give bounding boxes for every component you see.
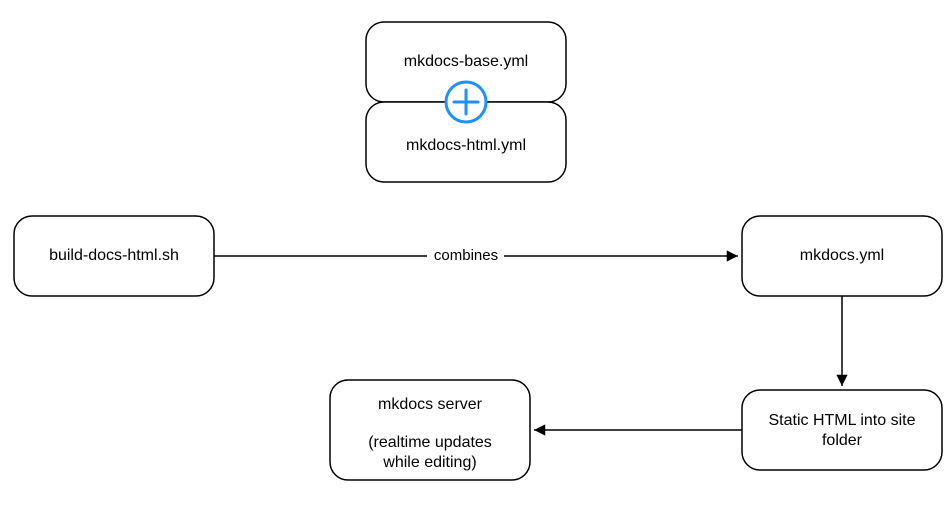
node-label: mkdocs-html.yml	[406, 137, 526, 154]
node-label-line2: folder	[822, 432, 863, 449]
edge-combines: combines	[214, 247, 738, 264]
node-mkdocs-server: mkdocs server (realtime updates while ed…	[330, 380, 530, 480]
node-build-script: build-docs-html.sh	[14, 216, 214, 296]
node-label: build-docs-html.sh	[49, 247, 179, 264]
node-mkdocs-yml: mkdocs.yml	[742, 216, 942, 296]
flow-diagram: build-docs-html.sh mkdocs-base.yml mkdoc…	[0, 0, 950, 512]
node-label-line1: Static HTML into site	[768, 412, 915, 429]
node-label: mkdocs-base.yml	[404, 53, 528, 70]
edge-label: combines	[434, 247, 498, 264]
node-label: mkdocs.yml	[800, 247, 884, 264]
node-label-line3: while editing)	[382, 454, 476, 471]
node-label-line2: (realtime updates	[368, 434, 492, 451]
plus-circle-icon	[446, 82, 486, 122]
node-label-line1: mkdocs server	[378, 396, 483, 413]
node-static-html: Static HTML into site folder	[742, 390, 942, 470]
